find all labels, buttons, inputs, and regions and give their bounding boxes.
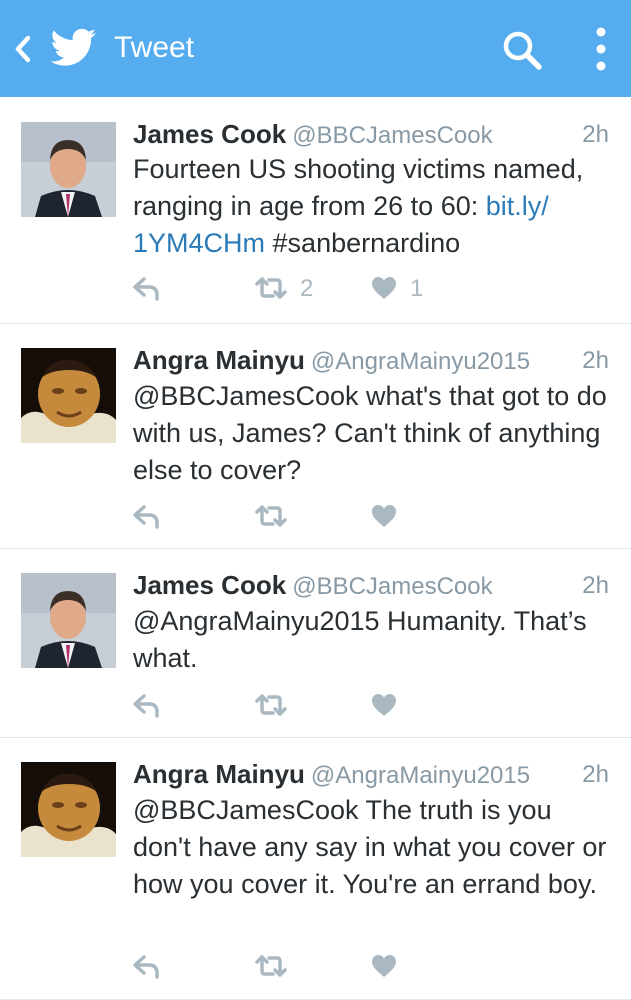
more-vertical-icon[interactable]: [590, 26, 612, 72]
search-icon[interactable]: [500, 28, 544, 72]
avatar[interactable]: [21, 122, 116, 217]
reply-icon[interactable]: [133, 276, 161, 302]
tweet-timestamp: 2h: [582, 347, 609, 374]
tweet-item[interactable]: James Cook @BBCJamesCook 2h Fourteen US s…: [0, 97, 631, 324]
tweet-author-handle: @BBCJamesCook: [292, 573, 493, 600]
heart-icon[interactable]: [371, 954, 397, 978]
retweet-icon[interactable]: [254, 504, 288, 528]
tweet-text: Fourteen US shooting victims named, rang…: [133, 154, 584, 258]
tweet-author-name[interactable]: James Cook @BBCJamesCook: [133, 569, 493, 603]
tweet-author-name[interactable]: James Cook @BBCJamesCook: [133, 118, 493, 152]
tweet-timestamp: 2h: [582, 572, 609, 599]
reply-icon[interactable]: [133, 954, 161, 980]
tweet-item[interactable]: Angra Mainyu @AngraMainyu2015 2h @BBCJame…: [0, 738, 631, 1000]
james-cook-avatar-image: [21, 573, 116, 668]
retweet-icon[interactable]: [254, 693, 288, 717]
tweet-text: @AngraMainyu2015 Humanity. That’s what.: [133, 606, 587, 673]
tweet-author-handle: @AngraMainyu2015: [310, 348, 531, 375]
tweet-author-handle: @BBCJamesCook: [292, 122, 493, 149]
heart-icon[interactable]: [371, 276, 397, 300]
tweet-author-name[interactable]: Angra Mainyu @AngraMainyu2015: [133, 344, 530, 378]
top-app-bar: Tweet: [0, 0, 631, 97]
reply-icon[interactable]: [133, 504, 161, 530]
tweet-timestamp: 2h: [582, 121, 609, 148]
back-chevron-icon[interactable]: [12, 34, 34, 64]
avatar[interactable]: [21, 348, 116, 443]
twitter-bird-icon: [50, 28, 96, 66]
tweet-item[interactable]: James Cook @BBCJamesCook 2h @AngraMainyu2…: [0, 549, 631, 738]
tweet-list: James Cook @BBCJamesCook 2h Fourteen US s…: [0, 97, 631, 1000]
james-cook-avatar-image: [21, 122, 116, 217]
heart-icon[interactable]: [371, 693, 397, 717]
heart-icon[interactable]: [371, 504, 397, 528]
retweet-icon[interactable]: [254, 276, 288, 300]
tweet-text: @BBCJamesCook The truth is you don't hav…: [133, 795, 607, 899]
avatar[interactable]: [21, 762, 116, 857]
retweet-count: 2: [300, 275, 314, 302]
angra-mainyu-avatar-image: [21, 762, 116, 857]
retweet-icon[interactable]: [254, 954, 288, 978]
angra-mainyu-avatar-image: [21, 348, 116, 443]
tweet-timestamp: 2h: [582, 761, 609, 788]
tweet-author-name[interactable]: Angra Mainyu @AngraMainyu2015: [133, 758, 530, 792]
page-title: Tweet: [114, 31, 195, 64]
tweet-author-handle: @AngraMainyu2015: [310, 762, 531, 789]
like-count: 1: [410, 275, 424, 302]
tweet-text: @BBCJamesCook what's that got to do with…: [133, 381, 607, 485]
avatar[interactable]: [21, 573, 116, 668]
tweet-item[interactable]: Angra Mainyu @AngraMainyu2015 2h @BBCJame…: [0, 324, 631, 549]
reply-icon[interactable]: [133, 693, 161, 719]
